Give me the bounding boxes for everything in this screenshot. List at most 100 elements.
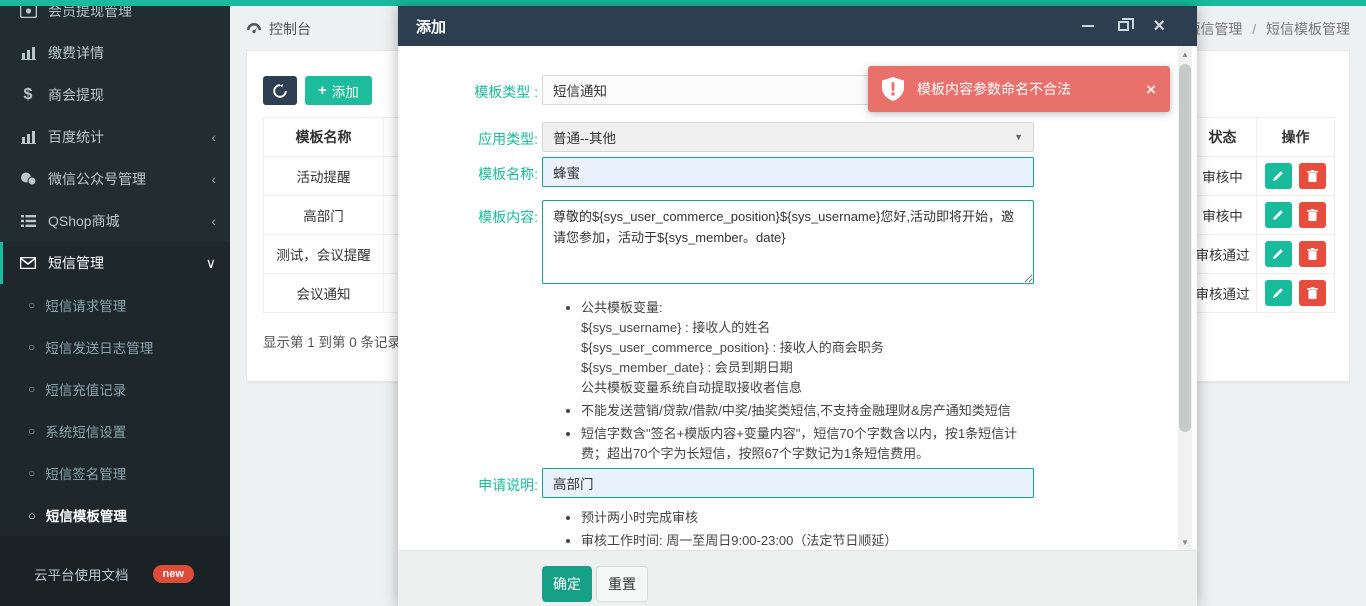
modal-footer: 确定 重置 (398, 550, 1197, 606)
template-help-list: 公共模板变量: ${sys_username} : 接收人的姓名 ${sys_u… (565, 298, 1043, 467)
breadcrumb: 控制台 (246, 19, 311, 39)
delete-button[interactable] (1299, 202, 1326, 228)
sidebar-menu: 会员提现管理 缴费详情 $ 商会提现 百度统计 ‹ 微信公众号管理 ‹ (0, 6, 230, 536)
sidebar-item-label: 微信公众号管理 (48, 169, 146, 189)
sidebar-item-label: 会员提现管理 (48, 6, 132, 21)
sidebar-subitem-sms-signature[interactable]: ○ 短信签名管理 (0, 452, 230, 494)
sidebar-subitem-sms-send-log[interactable]: ○ 短信发送日志管理 (0, 326, 230, 368)
help-item-restrictions: 不能发送营销/贷款/借款/中奖/抽奖类短信,不支持金融理财&房产通知类短信 (581, 401, 1043, 421)
dashboard-icon (246, 22, 262, 36)
app-type-label: 应用类型: (428, 129, 538, 149)
edit-button[interactable] (1265, 280, 1292, 306)
scroll-up-arrow[interactable]: ▲ (1178, 46, 1192, 62)
scroll-down-arrow[interactable]: ▼ (1178, 534, 1192, 550)
column-header-status[interactable]: 状态 (1189, 118, 1257, 157)
sidebar-item-wechat-official[interactable]: 微信公众号管理 ‹ (0, 158, 230, 200)
chevron-left-icon: ‹ (211, 129, 216, 145)
status-badge: 审核中 (1189, 196, 1257, 235)
cloud-docs-link[interactable]: 云平台使用文档 (34, 564, 129, 584)
breadcrumb-sms-template: 短信模板管理 (1266, 21, 1350, 37)
reset-button[interactable]: 重置 (596, 566, 648, 602)
minimize-button[interactable] (1082, 18, 1094, 34)
sidebar-item-label: QShop商城 (48, 211, 120, 231)
table-record-summary: 显示第 1 到第 0 条记录, (263, 331, 405, 351)
cell-actions (1257, 274, 1335, 313)
edit-button[interactable] (1265, 163, 1292, 189)
bar-chart-icon (18, 46, 38, 60)
wechat-icon (18, 172, 38, 186)
modal-header[interactable]: 添加 × (398, 6, 1197, 46)
template-content-textarea[interactable]: 尊敬的${sys_user_commerce_position}${sys_us… (542, 200, 1034, 284)
apply-note-label: 申请说明: (428, 475, 538, 495)
sidebar-item-label: 百度统计 (48, 127, 104, 147)
sidebar-subitem-sms-recharge[interactable]: ○ 短信充值记录 (0, 368, 230, 410)
column-header-template-name[interactable]: 模板名称 (264, 118, 384, 157)
sidebar-subitem-sms-template[interactable]: ○ 短信模板管理 (0, 494, 230, 536)
delete-button[interactable] (1299, 163, 1326, 189)
cell-actions (1257, 235, 1335, 274)
sidebar-item-sms-management[interactable]: 短信管理 ∨ (0, 242, 230, 284)
restore-button[interactable] (1118, 18, 1129, 34)
help-variable-line: ${sys_user_commerce_position} : 接收人的商会职务 (581, 338, 1043, 358)
scrollbar-thumb[interactable] (1179, 64, 1191, 432)
confirm-button[interactable]: 确定 (542, 566, 592, 602)
minimize-icon (1082, 25, 1094, 27)
edit-button[interactable] (1265, 202, 1292, 228)
sidebar-footer: 云平台使用文档 new (0, 536, 230, 606)
apply-note-input[interactable] (542, 468, 1034, 498)
add-button-label: 添加 (332, 81, 359, 101)
help-variable-line: ${sys_member_date} : 会员到期日期 (581, 358, 1043, 378)
restore-icon (1118, 21, 1129, 31)
refresh-button[interactable] (263, 76, 297, 105)
plus-icon: + (318, 82, 327, 99)
sidebar-subitem-system-sms-settings[interactable]: ○ 系统短信设置 (0, 410, 230, 452)
list-icon (18, 215, 38, 227)
sidebar: 会员提现管理 缴费详情 $ 商会提现 百度统计 ‹ 微信公众号管理 ‹ (0, 6, 230, 606)
help-variable-line: 公共模板变量系统自动提取接收者信息 (581, 378, 1043, 398)
circle-icon: ○ (28, 340, 35, 354)
template-type-label: 模板类型 : (428, 82, 538, 102)
bar-chart-icon (18, 130, 38, 144)
breadcrumb-home[interactable]: 控制台 (269, 19, 311, 39)
cell-actions (1257, 157, 1335, 196)
status-badge: 审核通过 (1189, 274, 1257, 313)
circle-icon: ○ (28, 466, 35, 480)
add-button[interactable]: + 添加 (305, 76, 372, 105)
breadcrumb-right: 短信管理 / 短信模板管理 (1186, 19, 1350, 39)
sidebar-item-qshop[interactable]: QShop商城 ‹ (0, 200, 230, 242)
sidebar-item-payment-detail[interactable]: 缴费详情 (0, 32, 230, 74)
sidebar-item-label: 缴费详情 (48, 43, 104, 63)
sidebar-subitem-label: 系统短信设置 (45, 421, 126, 441)
error-toast: 模板内容参数命名不合法 × (868, 66, 1170, 112)
template-content-label: 模板内容: (428, 207, 538, 227)
status-badge: 审核中 (1189, 157, 1257, 196)
modal-title: 添加 (416, 16, 446, 37)
edit-button[interactable] (1265, 241, 1292, 267)
sidebar-subitem-label: 短信充值记录 (45, 379, 126, 399)
toast-message: 模板内容参数命名不合法 (917, 79, 1071, 99)
delete-button[interactable] (1299, 241, 1326, 267)
dollar-icon: $ (18, 86, 38, 104)
cell-template-name: 活动提醒 (264, 157, 384, 196)
chevron-left-icon: ‹ (211, 213, 216, 229)
help-item-review-hours: 审核工作时间: 周一至周日9:00-23:00（法定节日顺延） (581, 531, 1043, 551)
help-item-variables: 公共模板变量: ${sys_username} : 接收人的姓名 ${sys_u… (581, 298, 1043, 398)
cell-template-name: 高部门 (264, 196, 384, 235)
toast-close-icon[interactable]: × (1146, 81, 1156, 98)
chevron-left-icon: ‹ (211, 171, 216, 187)
column-header-action: 操作 (1257, 118, 1335, 157)
app-type-select[interactable]: 普通--其他 ▼ (542, 122, 1034, 152)
sidebar-subitem-sms-request[interactable]: ○ 短信请求管理 (0, 284, 230, 326)
sidebar-item-commerce-withdraw[interactable]: $ 商会提现 (0, 74, 230, 116)
close-button[interactable]: × (1153, 18, 1165, 34)
help-variable-line: ${sys_username} : 接收人的姓名 (581, 318, 1043, 338)
sidebar-subitem-label: 短信模板管理 (46, 505, 127, 525)
delete-button[interactable] (1299, 280, 1326, 306)
breadcrumb-separator: / (1252, 21, 1256, 37)
template-name-label: 模板名称: (428, 164, 538, 184)
sidebar-item-baidu-stats[interactable]: 百度统计 ‹ (0, 116, 230, 158)
sidebar-item-member-withdraw[interactable]: 会员提现管理 (0, 6, 230, 32)
sidebar-subitem-label: 短信签名管理 (45, 463, 126, 483)
template-name-input[interactable] (542, 157, 1034, 187)
caret-down-icon: ▼ (1014, 132, 1023, 142)
